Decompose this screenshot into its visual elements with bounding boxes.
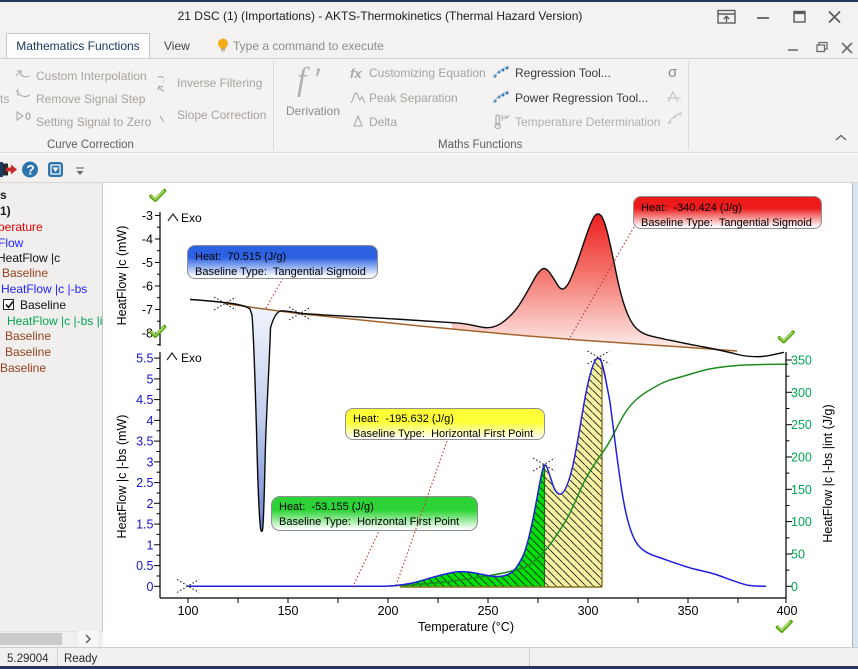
svg-text:0: 0: [25, 111, 31, 123]
svg-text:?: ?: [27, 163, 35, 178]
